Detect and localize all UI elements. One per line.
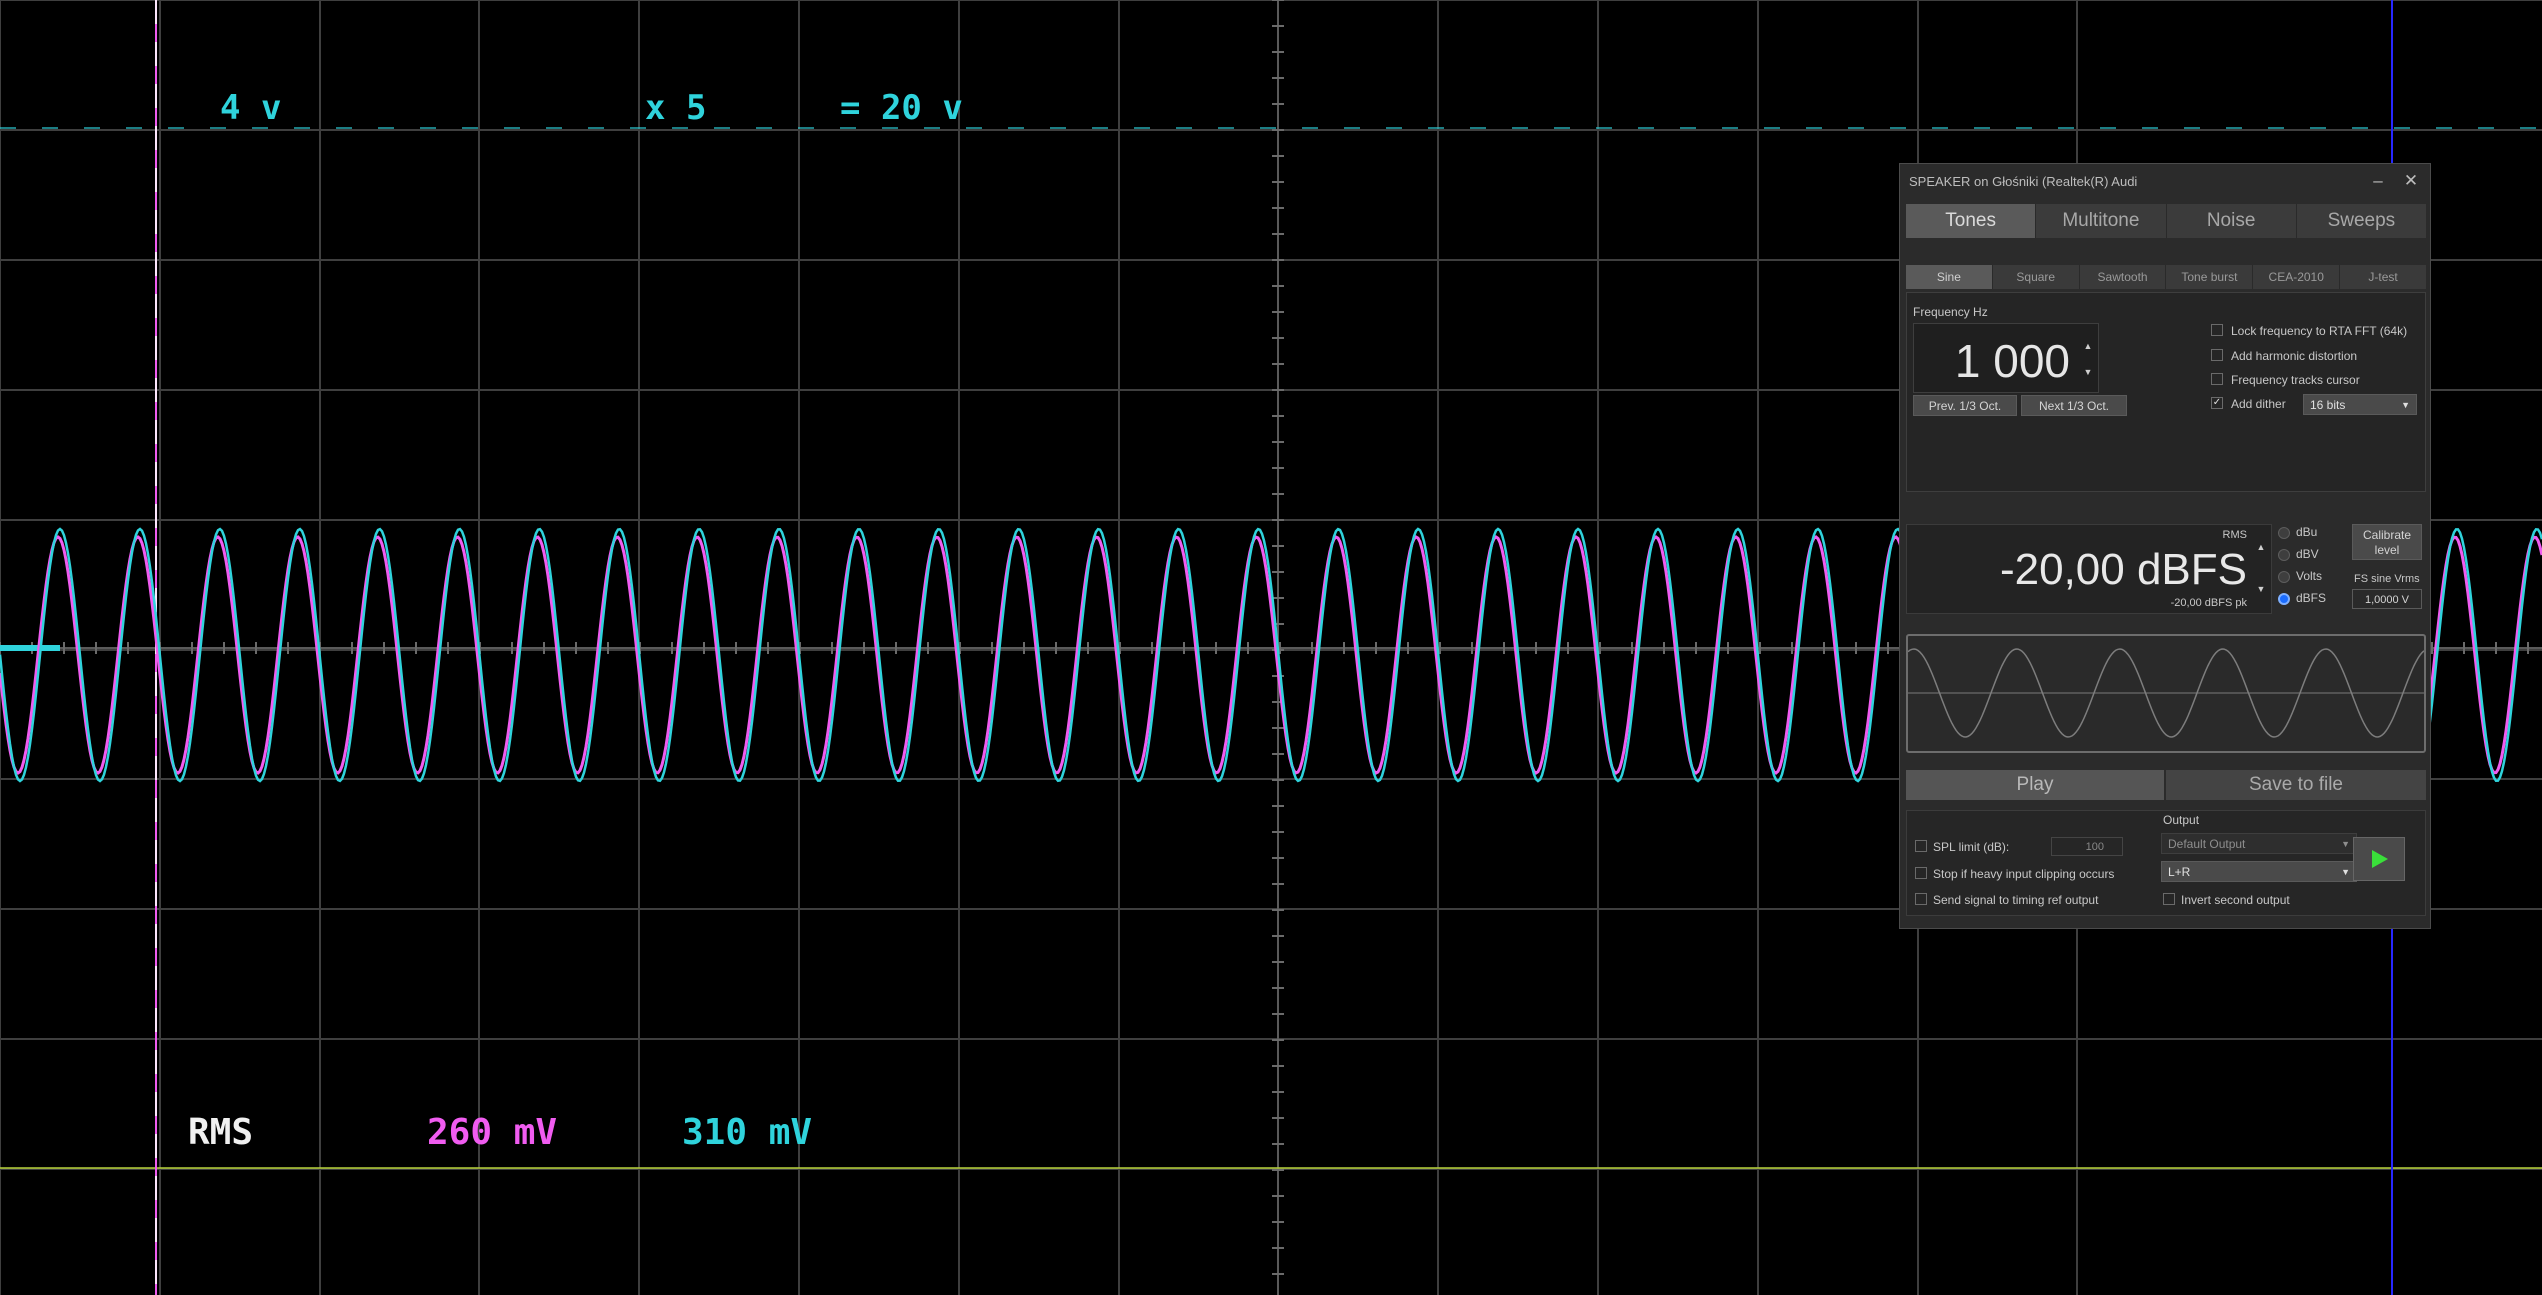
tab-j-test[interactable]: J-test [2340, 265, 2426, 289]
probe-multiplier-readout: x 5 [645, 88, 707, 128]
tab-noise[interactable]: Noise [2167, 204, 2297, 238]
send-timing-checkbox[interactable] [1915, 893, 1927, 905]
send-timing-label: Send signal to timing ref output [1933, 893, 2099, 907]
output-panel: Output SPL limit (dB): 100 Stop if heavy… [1906, 810, 2426, 916]
waveform-preview-plot [1907, 648, 2425, 738]
stop-clipping-checkbox[interactable] [1915, 867, 1927, 879]
volts-per-div-readout: 4 v [220, 88, 282, 128]
output-label: Output [2163, 813, 2200, 827]
output-channel-select[interactable]: L+R ▼ [2161, 861, 2357, 882]
spl-limit-label: SPL limit (dB): [1933, 840, 2010, 854]
harmonic-distortion-label: Add harmonic distortion [2231, 349, 2358, 363]
level-rms-label: RMS [2222, 529, 2247, 541]
unit-volts-radio[interactable] [2278, 571, 2290, 583]
tab-sweeps[interactable]: Sweeps [2297, 204, 2426, 238]
next-third-octave-button[interactable]: Next 1/3 Oct. [2021, 395, 2127, 416]
spl-limit-input[interactable]: 100 [2051, 837, 2123, 856]
level-down-icon[interactable]: ▼ [2254, 581, 2268, 597]
add-dither-label: Add dither [2231, 397, 2286, 411]
add-dither-checkbox[interactable]: ✓ [2211, 397, 2223, 409]
unit-dbv-radio[interactable] [2278, 549, 2290, 561]
tab-multitone[interactable]: Multitone [2036, 204, 2167, 238]
tab-tone-burst[interactable]: Tone burst [2166, 265, 2254, 289]
frequency-label: Frequency Hz [1913, 305, 1988, 319]
harmonic-distortion-checkbox[interactable] [2211, 349, 2223, 361]
frequency-panel: Frequency Hz 1 000 ▲ ▼ Prev. 1/3 Oct. Ne… [1906, 292, 2426, 492]
unit-dbfs-radio[interactable] [2278, 593, 2290, 605]
play-button[interactable] [2353, 837, 2405, 881]
play-icon [2372, 850, 2388, 868]
minimize-icon[interactable]: – [2367, 170, 2389, 192]
level-value[interactable]: -20,00 dBFS [2000, 545, 2247, 595]
frequency-down-icon[interactable]: ▼ [2081, 364, 2095, 380]
tab-square[interactable]: Square [1993, 265, 2080, 289]
play-tab[interactable]: Play [1906, 770, 2164, 800]
fs-sine-input[interactable]: 1,0000 V [2352, 589, 2422, 609]
unit-dbv-label: dBV [2296, 547, 2319, 561]
dither-bits-select[interactable]: 16 bits ▼ [2303, 394, 2417, 415]
save-to-file-tab[interactable]: Save to file [2166, 770, 2426, 800]
chevron-down-icon: ▼ [2401, 400, 2410, 410]
window-title: SPEAKER on Głośniki (Realtek(R) Audi [1909, 174, 2138, 189]
tab-cea-2010[interactable]: CEA-2010 [2253, 265, 2341, 289]
frequency-input[interactable]: 1 000 ▲ ▼ [1913, 323, 2099, 393]
unit-dbfs-label: dBFS [2296, 591, 2327, 605]
frequency-value: 1 000 [1954, 335, 2070, 387]
title-bar[interactable]: SPEAKER on Głośniki (Realtek(R) Audi – ✕ [1900, 164, 2430, 198]
level-up-icon[interactable]: ▲ [2254, 539, 2268, 555]
stop-clipping-label: Stop if heavy input clipping occurs [1933, 867, 2115, 881]
unit-dbu-label: dBu [2296, 525, 2318, 539]
spl-limit-value: 100 [2085, 841, 2104, 853]
generator-type-tabs: Tones Multitone Noise Sweeps [1906, 204, 2426, 238]
chevron-down-icon: ▼ [2341, 867, 2350, 877]
invert-second-output-label: Invert second output [2181, 893, 2290, 907]
level-peak-readout: -20,00 dBFS pk [2170, 597, 2247, 609]
range-result-readout: = 20 v [840, 88, 963, 128]
frequency-up-icon[interactable]: ▲ [2081, 338, 2095, 354]
dither-bits-value: 16 bits [2310, 398, 2346, 412]
waveform-tabs: Sine Square Sawtooth Tone burst CEA-2010… [1906, 265, 2426, 289]
tab-sine[interactable]: Sine [1906, 265, 1993, 289]
calibrate-level-button[interactable]: Calibrate level [2352, 524, 2422, 560]
fs-sine-label: FS sine Vrms [2354, 573, 2420, 585]
lock-frequency-label: Lock frequency to RTA FFT (64k) [2231, 324, 2408, 338]
chevron-down-icon: ▼ [2341, 839, 2350, 849]
tab-tones[interactable]: Tones [1906, 204, 2037, 238]
calibrate-level-label: Calibrate level [2362, 528, 2412, 557]
output-channel-value: L+R [2168, 865, 2191, 879]
unit-volts-label: Volts [2296, 569, 2323, 583]
lock-frequency-checkbox[interactable] [2211, 324, 2223, 336]
frequency-tracks-cursor-label: Frequency tracks cursor [2231, 373, 2360, 387]
frequency-tracks-cursor-checkbox[interactable] [2211, 373, 2223, 385]
rms-magenta-readout: 260 mV [427, 1112, 558, 1153]
waveform-preview [1906, 634, 2426, 753]
output-device-select[interactable]: Default Output ▼ [2161, 833, 2357, 854]
fs-sine-value: 1,0000 V [2364, 594, 2410, 606]
close-icon[interactable]: ✕ [2400, 170, 2422, 192]
unit-dbu-radio[interactable] [2278, 527, 2290, 539]
signal-generator-window: SPEAKER on Głośniki (Realtek(R) Audi – ✕… [1899, 163, 2431, 929]
tab-sawtooth[interactable]: Sawtooth [2080, 265, 2167, 289]
rms-cyan-readout: 310 mV [682, 1112, 813, 1153]
prev-third-octave-button[interactable]: Prev. 1/3 Oct. [1913, 395, 2017, 416]
invert-second-output-checkbox[interactable] [2163, 893, 2175, 905]
level-panel: RMS -20,00 dBFS -20,00 dBFS pk ▲ ▼ [1906, 524, 2272, 614]
output-device-value: Default Output [2168, 837, 2246, 851]
spl-limit-checkbox[interactable] [1915, 840, 1927, 852]
rms-label: RMS [188, 1112, 254, 1153]
